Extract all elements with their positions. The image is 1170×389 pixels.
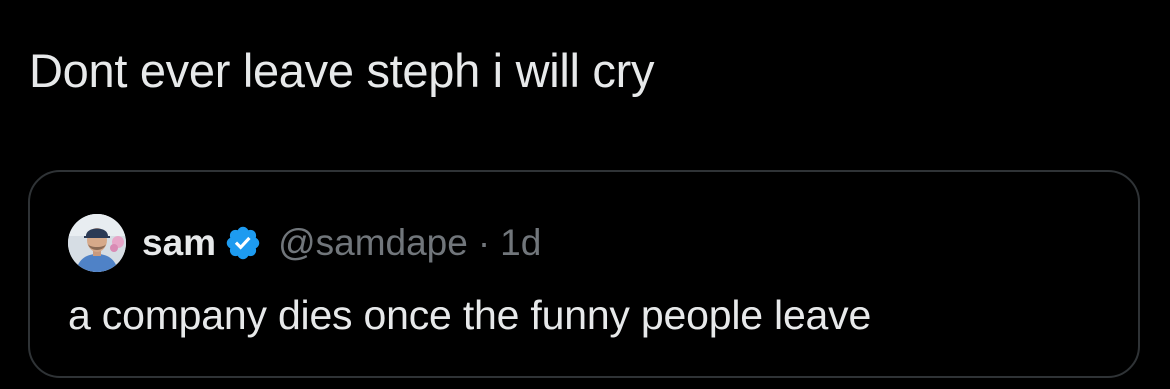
quoted-tweet-text: a company dies once the funny people lea… (68, 292, 872, 338)
author-name[interactable]: sam (142, 221, 216, 265)
timestamp[interactable]: 1d (500, 221, 541, 265)
quoted-tweet-header: sam @samdape · 1d (68, 214, 541, 272)
separator-dot: · (477, 222, 491, 263)
quoted-tweet-card[interactable]: sam @samdape · 1d a company dies once th… (28, 170, 1140, 378)
verified-badge-icon (224, 224, 262, 262)
avatar[interactable] (68, 214, 126, 272)
author-handle[interactable]: @samdape (278, 221, 468, 265)
avatar-image (68, 214, 126, 272)
tweet-text: Dont ever leave steph i will cry (29, 44, 655, 97)
